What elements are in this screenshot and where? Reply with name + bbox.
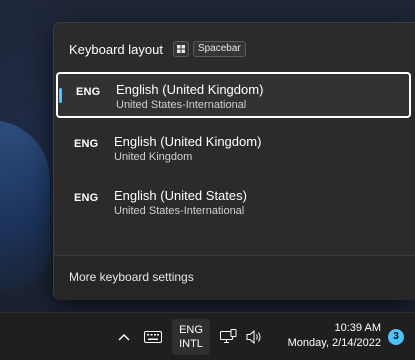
layout-item-en-gb-us-intl[interactable]: ENG English (United Kingdom) United Stat… <box>56 72 411 118</box>
clock-time: 10:39 AM <box>334 322 381 334</box>
layout-item-en-gb-uk[interactable]: ENG English (United Kingdom) United King… <box>56 126 411 172</box>
keyboard-layout-flyout: Keyboard layout Spacebar ENG English (Un… <box>53 22 415 300</box>
language-code: ENG <box>74 192 99 204</box>
windows-key-icon <box>172 41 189 57</box>
show-hidden-icons-button[interactable] <box>114 327 134 347</box>
language-name: English (United States) <box>114 188 247 203</box>
taskbar: ENG INTL 10:39 AM Monday, 2/14/2022 3 <box>0 312 415 360</box>
notification-count-badge[interactable]: 3 <box>388 329 404 345</box>
language-name: English (United Kingdom) <box>114 134 262 149</box>
network-icon <box>220 329 237 343</box>
input-indicator-button[interactable]: ENG INTL <box>172 319 210 355</box>
language-code: ENG <box>76 86 101 98</box>
flyout-footer: More keyboard settings <box>54 255 415 300</box>
volume-button[interactable] <box>243 327 265 347</box>
input-keyboard: INTL <box>179 338 203 350</box>
layout-item-en-us-us-intl[interactable]: ENG English (United States) United State… <box>56 180 411 226</box>
touch-keyboard-icon <box>144 331 162 343</box>
clock-date: Monday, 2/14/2022 <box>287 337 381 349</box>
flyout-title: Keyboard layout <box>69 41 163 57</box>
keyboard-name: United Kingdom <box>114 151 193 163</box>
keyboard-name: United States-International <box>114 205 245 217</box>
spacebar-key-hint: Spacebar <box>192 41 246 57</box>
touch-keyboard-button[interactable] <box>142 327 164 347</box>
language-code: ENG <box>74 138 99 150</box>
network-button[interactable] <box>217 327 239 347</box>
clock-button[interactable]: 10:39 AM Monday, 2/14/2022 <box>288 321 381 351</box>
language-name: English (United Kingdom) <box>116 82 264 97</box>
volume-icon <box>246 329 261 345</box>
selection-indicator <box>59 88 62 103</box>
input-language: ENG <box>179 324 203 336</box>
chevron-up-icon <box>118 334 130 341</box>
wallpaper-bloom <box>0 120 50 290</box>
keyboard-name: United States-International <box>116 99 247 111</box>
flyout-header: Keyboard layout Spacebar <box>69 39 246 59</box>
more-keyboard-settings-link[interactable]: More keyboard settings <box>69 270 194 284</box>
